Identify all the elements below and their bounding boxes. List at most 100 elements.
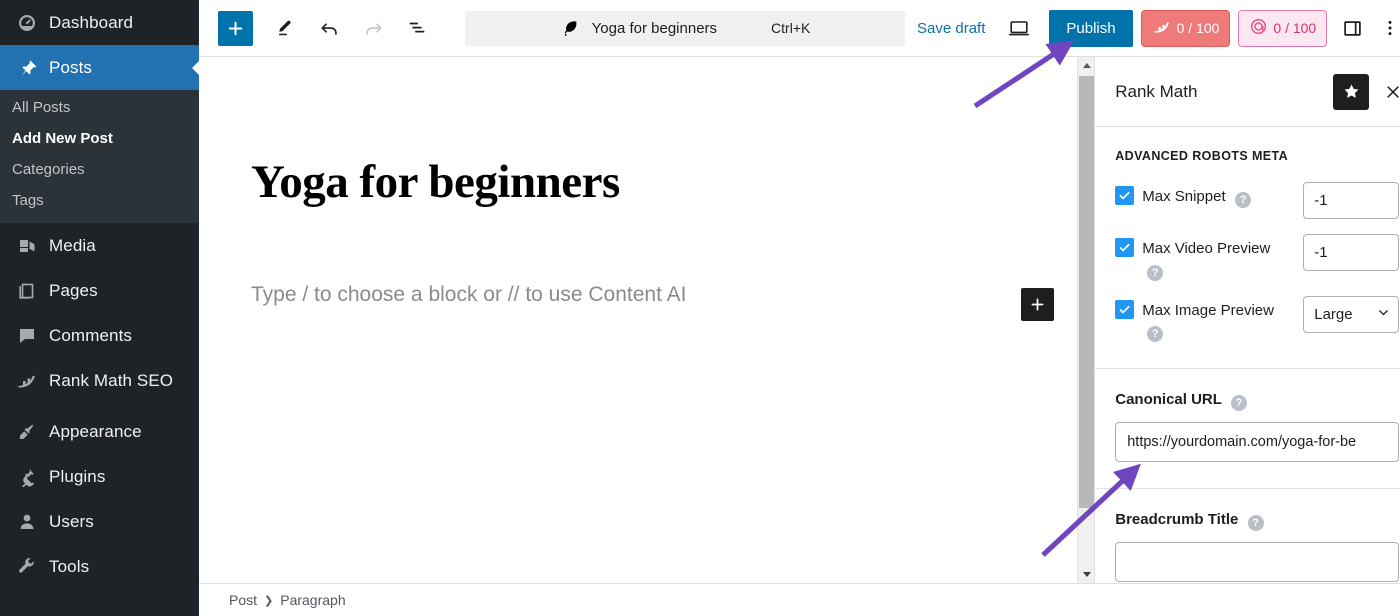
breadcrumb-title-label-wrap: Breadcrumb Title ?: [1115, 511, 1399, 531]
submenu-item-categories[interactable]: Categories: [0, 155, 199, 186]
star-icon[interactable]: [1333, 73, 1370, 110]
max-snippet-input[interactable]: [1303, 182, 1400, 219]
canonical-url-section: Canonical URL ?: [1095, 369, 1400, 489]
rank-math-panel: Rank Math ADVANCED ROBOTS META Max Snipp…: [1094, 57, 1400, 583]
max-video-preview-input[interactable]: [1303, 234, 1400, 271]
sidebar-item-label: Users: [49, 511, 94, 531]
breadcrumb-title-label: Breadcrumb Title: [1115, 511, 1239, 528]
breadcrumb-title-section: Breadcrumb Title ?: [1095, 489, 1400, 583]
command-bar[interactable]: Yoga for beginners Ctrl+K: [465, 10, 905, 46]
tools-icon: [12, 557, 42, 577]
sidebar-item-rank-math-seo[interactable]: Rank Math SEO: [0, 358, 199, 403]
sidebar-item-label: Pages: [49, 280, 98, 300]
block-inserter-button[interactable]: [218, 10, 253, 46]
sidebar-item-dashboard[interactable]: Dashboard: [0, 0, 199, 45]
settings-sidebar-icon[interactable]: [1333, 9, 1371, 47]
sidebar-item-posts[interactable]: Posts: [0, 45, 199, 90]
chevron-down-icon: [1377, 306, 1390, 323]
scroll-down-arrow[interactable]: [1078, 566, 1096, 583]
admin-sidebar: Dashboard Posts All Posts Add New Post C…: [0, 0, 199, 616]
max-image-preview-select[interactable]: Large: [1303, 295, 1400, 333]
editor-toolbar: Yoga for beginners Ctrl+K Save draft Pub…: [199, 0, 1400, 57]
breadcrumb-item-post[interactable]: Post: [229, 592, 257, 608]
toolbar-right-group: Save draft Publish 0 / 100 0 / 100: [905, 9, 1400, 47]
appearance-icon: [12, 422, 42, 442]
help-icon[interactable]: ?: [1147, 326, 1164, 342]
editor-canvas[interactable]: Yoga for beginners Type / to choose a bl…: [199, 57, 1078, 583]
paragraph-block-placeholder[interactable]: Type / to choose a block or // to use Co…: [199, 281, 1077, 308]
help-icon[interactable]: ?: [1247, 515, 1264, 531]
sidebar-item-pages[interactable]: Pages: [0, 268, 199, 313]
redo-button[interactable]: [354, 9, 392, 47]
plugins-icon: [12, 467, 42, 487]
sidebar-item-label: Appearance: [49, 421, 142, 441]
document-overview-button[interactable]: [398, 9, 436, 47]
max-snippet-row: Max Snippet ?: [1115, 182, 1400, 219]
more-vertical-icon[interactable]: [1371, 9, 1400, 47]
content-ai-score-badge[interactable]: 0 / 100: [1238, 9, 1328, 47]
max-video-preview-label: Max Video Preview: [1142, 240, 1271, 257]
seo-score-badge[interactable]: 0 / 100: [1140, 9, 1231, 47]
command-bar-shortcut: Ctrl+K: [771, 20, 811, 36]
tools-pencil-button[interactable]: [266, 9, 304, 47]
save-draft-button[interactable]: Save draft: [905, 14, 997, 43]
sidebar-item-plugins[interactable]: Plugins: [0, 454, 199, 499]
max-snippet-checkbox[interactable]: [1115, 186, 1135, 205]
active-menu-arrow: [192, 59, 199, 76]
rank-math-icon: [1152, 20, 1172, 37]
sidebar-item-tools[interactable]: Tools: [0, 544, 199, 589]
wordpress-block-editor: Dashboard Posts All Posts Add New Post C…: [0, 0, 1400, 616]
rank-math-panel-header: Rank Math: [1095, 57, 1400, 127]
sidebar-item-label: Comments: [49, 325, 132, 345]
breadcrumb-item-paragraph[interactable]: Paragraph: [280, 592, 345, 608]
canonical-url-label: Canonical URL: [1115, 391, 1222, 408]
editor-main: Yoga for beginners Ctrl+K Save draft Pub…: [199, 0, 1400, 616]
preview-desktop-icon[interactable]: [999, 9, 1039, 47]
breadcrumb-separator: ❯: [264, 594, 274, 607]
command-bar-title: Yoga for beginners: [591, 19, 718, 37]
sidebar-item-label: Plugins: [49, 466, 106, 486]
content-ai-score-value: 0 / 100: [1273, 20, 1317, 36]
max-image-preview-value: Large: [1314, 305, 1353, 323]
sidebar-item-users[interactable]: Users: [0, 499, 199, 544]
submenu-item-add-new-post[interactable]: Add New Post: [0, 124, 199, 155]
undo-button[interactable]: [310, 9, 348, 47]
editor-vertical-scrollbar[interactable]: [1077, 57, 1096, 583]
post-title[interactable]: Yoga for beginners: [205, 156, 1077, 209]
seo-score-value: 0 / 100: [1176, 20, 1220, 36]
help-icon[interactable]: ?: [1235, 192, 1252, 208]
breadcrumb-title-input[interactable]: [1115, 542, 1400, 582]
max-image-preview-label-wrap: Max Image Preview ?: [1142, 296, 1295, 342]
dashboard-icon: [12, 13, 42, 33]
block-appender-button[interactable]: [1021, 288, 1055, 321]
help-icon[interactable]: ?: [1147, 264, 1164, 281]
close-icon[interactable]: [1381, 80, 1400, 104]
sidebar-item-label: Tools: [49, 556, 90, 576]
editor-body: Yoga for beginners Type / to choose a bl…: [199, 57, 1400, 583]
scroll-up-arrow[interactable]: [1078, 57, 1096, 74]
canonical-url-input[interactable]: [1115, 422, 1400, 462]
rank-math-icon: [12, 371, 42, 391]
sidebar-item-label: Posts: [49, 57, 93, 77]
rank-math-header-actions: [1333, 73, 1400, 110]
block-breadcrumb: Post ❯ Paragraph: [199, 583, 1400, 616]
sidebar-item-comments[interactable]: Comments: [0, 313, 199, 358]
max-video-preview-label-wrap: Max Video Preview ?: [1142, 234, 1295, 281]
pages-icon: [12, 281, 42, 301]
sidebar-item-label: Media: [49, 235, 96, 255]
scrollbar-thumb[interactable]: [1079, 76, 1095, 508]
max-image-preview-checkbox[interactable]: [1115, 299, 1135, 319]
sidebar-item-appearance[interactable]: Appearance: [0, 409, 199, 454]
max-image-preview-label: Max Image Preview: [1142, 301, 1274, 319]
sidebar-item-media[interactable]: Media: [0, 223, 199, 268]
help-icon[interactable]: ?: [1230, 395, 1247, 411]
max-video-preview-checkbox[interactable]: [1115, 238, 1135, 257]
submenu-item-all-posts[interactable]: All Posts: [0, 93, 199, 124]
max-image-preview-row: Max Image Preview ? Large: [1115, 295, 1400, 342]
submenu-item-tags[interactable]: Tags: [0, 186, 199, 217]
canonical-url-label-wrap: Canonical URL ?: [1115, 391, 1399, 411]
sidebar-item-label: Dashboard: [49, 12, 134, 32]
max-video-preview-row: Max Video Preview ?: [1115, 234, 1400, 281]
publish-button[interactable]: Publish: [1049, 9, 1133, 47]
content-ai-icon: [1249, 17, 1268, 39]
